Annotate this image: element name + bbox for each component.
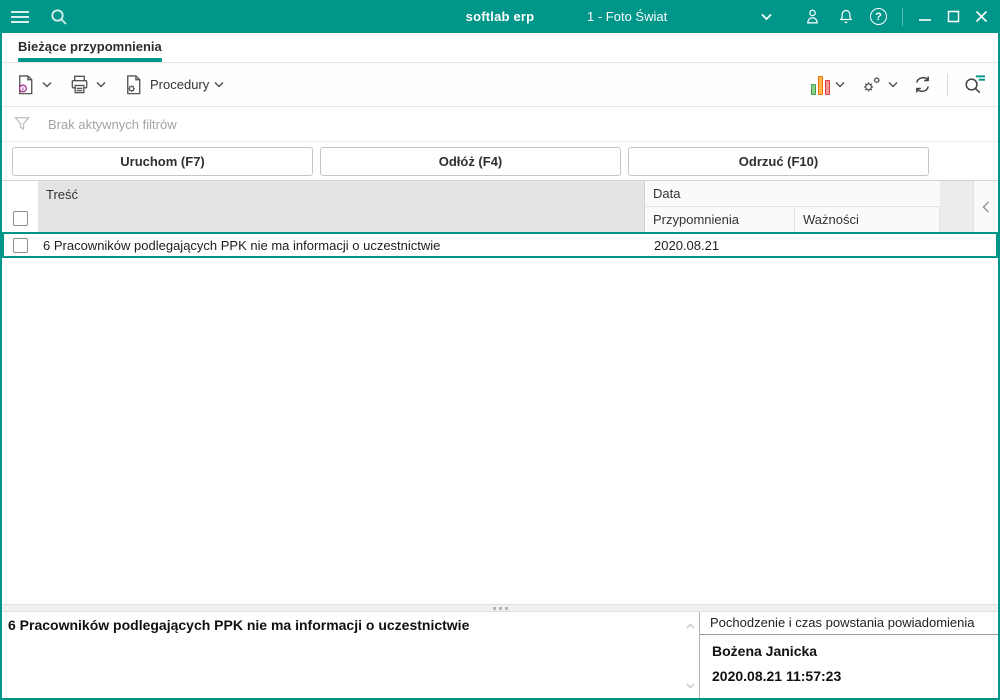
- close-button[interactable]: [975, 10, 988, 23]
- detail-panel: 6 Pracowników podlegających PPK nie ma i…: [2, 612, 998, 698]
- refresh-icon: [916, 76, 929, 93]
- header-checkbox-cell: [2, 181, 38, 232]
- toolbar: Procedury: [2, 63, 998, 107]
- row-checkbox[interactable]: [13, 237, 28, 253]
- procedures-button[interactable]: Procedury: [122, 73, 224, 97]
- gears-icon: [863, 76, 880, 92]
- chevron-down-icon: [888, 81, 898, 88]
- titlebar: softlab erp 1 - Foto Świat ?: [2, 0, 998, 33]
- column-header-validity-date[interactable]: Ważności: [795, 207, 940, 232]
- global-search-icon[interactable]: [50, 8, 68, 26]
- filter-status-text: Brak aktywnych filtrów: [48, 116, 177, 132]
- chevron-down-icon: [761, 13, 772, 21]
- row-reminder-date: 2020.08.21: [654, 237, 720, 253]
- reject-button[interactable]: Odrzuć (F10): [628, 146, 929, 176]
- toolbar-separator: [947, 73, 948, 96]
- procedures-label: Procedury: [150, 77, 210, 92]
- postpone-button[interactable]: Odłóż (F4): [320, 146, 621, 176]
- filter-funnel-icon: [13, 117, 31, 131]
- print-button[interactable]: [68, 73, 106, 96]
- table-body: [2, 258, 998, 604]
- notification-author: Bożena Janicka: [712, 643, 818, 659]
- column-header-content[interactable]: Treść: [38, 181, 645, 232]
- toolbar-right: [811, 73, 986, 97]
- tabbar: Bieżące przypomnienia: [2, 33, 998, 63]
- reminder-message-text: 6 Pracowników podlegających PPK nie ma i…: [8, 617, 470, 633]
- splitter-collapse-up-icon[interactable]: [686, 616, 695, 634]
- maximize-button[interactable]: [947, 10, 960, 23]
- table-header: Treść Data Przypomnienia Ważności: [2, 180, 998, 232]
- row-checkbox-cell: [4, 237, 37, 253]
- chevron-down-icon: [96, 81, 106, 88]
- search-filter-icon: [965, 75, 985, 94]
- app-window: softlab erp 1 - Foto Świat ? Bieżące prz…: [0, 0, 1000, 700]
- titlebar-left: [2, 8, 68, 26]
- refresh-button[interactable]: [911, 73, 934, 96]
- tab-label: Bieżące przypomnienia: [18, 39, 162, 54]
- horizontal-splitter[interactable]: [2, 604, 998, 612]
- chevron-down-icon: [835, 81, 845, 88]
- date-subcolumns: Przypomnienia Ważności: [645, 207, 940, 232]
- company-selector[interactable]: 1 - Foto Świat: [587, 9, 772, 24]
- app-title: softlab erp: [465, 9, 535, 24]
- menu-icon[interactable]: [10, 9, 30, 25]
- chevron-down-icon: [42, 81, 52, 88]
- tab-current-reminders[interactable]: Bieżące przypomnienia: [18, 39, 162, 62]
- chevron-down-icon: [214, 81, 224, 88]
- action-bar: Uruchom (F7) Odłóż (F4) Odrzuć (F10): [2, 142, 998, 180]
- document-info-icon: [18, 74, 33, 94]
- company-name: 1 - Foto Świat: [587, 9, 668, 24]
- bar-chart-icon: [811, 75, 830, 95]
- document-gear-icon: [127, 74, 141, 94]
- splitter-collapse-down-icon[interactable]: [686, 676, 695, 694]
- analysis-chart-button[interactable]: [811, 75, 845, 95]
- search-filter-button[interactable]: [961, 73, 986, 96]
- table-row[interactable]: 6 Pracowników podlegających PPK nie ma i…: [2, 232, 998, 258]
- filterbar: Brak aktywnych filtrów: [2, 107, 998, 142]
- notification-created-at: 2020.08.21 11:57:23: [712, 668, 842, 684]
- header-trailing-cell: [940, 181, 973, 232]
- document-info-button[interactable]: [14, 73, 52, 97]
- printer-icon: [71, 75, 88, 94]
- chevron-left-icon: [982, 200, 990, 213]
- origin-panel: Pochodzenie i czas powstania powiadomien…: [699, 612, 998, 698]
- user-icon[interactable]: [803, 7, 822, 26]
- tab-active-underline: [18, 58, 162, 62]
- settings-button[interactable]: [858, 73, 898, 97]
- origin-panel-title: Pochodzenie i czas powstania powiadomien…: [700, 612, 998, 635]
- select-all-checkbox[interactable]: [12, 211, 28, 226]
- row-content: 6 Pracowników podlegających PPK nie ma i…: [43, 237, 441, 253]
- side-panel-collapse-strip[interactable]: [973, 181, 998, 232]
- minimize-button[interactable]: [918, 10, 932, 24]
- titlebar-controls: ?: [803, 7, 988, 26]
- titlebar-separator: [902, 7, 903, 26]
- column-group-date: Data Przypomnienia Ważności: [645, 181, 940, 232]
- notifications-bell-icon[interactable]: [837, 7, 855, 26]
- run-button[interactable]: Uruchom (F7): [12, 146, 313, 176]
- column-header-date-group[interactable]: Data: [645, 181, 940, 207]
- column-header-reminder-date[interactable]: Przypomnienia: [645, 207, 795, 232]
- help-icon[interactable]: ?: [870, 8, 887, 25]
